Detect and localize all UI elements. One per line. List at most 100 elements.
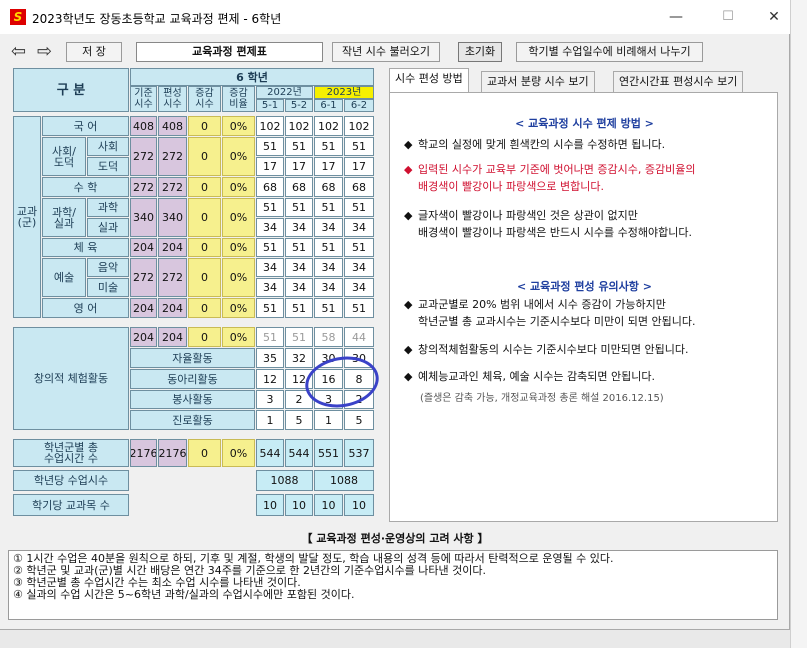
practical-sem-6-1[interactable]: 34: [314, 218, 343, 237]
subject-pe: 체 육: [42, 238, 129, 257]
per-sem-6-1: 10: [314, 494, 343, 516]
pe-sem-6-2[interactable]: 51: [344, 238, 374, 257]
subject-music: 음악: [87, 258, 129, 277]
math-sem-5-2[interactable]: 68: [285, 177, 313, 197]
career-sem-5-2[interactable]: 5: [285, 410, 313, 430]
social-sem-5-1[interactable]: 51: [256, 137, 284, 156]
pe-plan: 204: [158, 238, 187, 257]
act-career: 진로활동: [130, 410, 255, 430]
club-sem-5-1[interactable]: 12: [256, 369, 284, 389]
per-year-2023: 1088: [314, 470, 374, 491]
consideration-line: ④ 실과의 수업 시간은 5~6학년 과학/실과의 수업시수에만 포함된 것이다…: [13, 588, 355, 601]
autonomous-sem-5-2[interactable]: 32: [285, 348, 313, 368]
music-sem-5-2[interactable]: 34: [285, 258, 313, 277]
total-base: 2176: [130, 439, 157, 467]
korean-sem-6-1[interactable]: 102: [314, 116, 343, 136]
science-sem-6-1[interactable]: 51: [314, 198, 343, 217]
tab-textbook-hours[interactable]: 교과서 분량 시수 보기: [481, 71, 595, 92]
social-moral-plan: 272: [158, 137, 187, 176]
moral-sem-5-2[interactable]: 17: [285, 157, 313, 176]
table-title-field[interactable]: 교육과정 편제표: [136, 42, 323, 62]
science-sem-6-2[interactable]: 51: [344, 198, 374, 217]
science-sem-5-2[interactable]: 51: [285, 198, 313, 217]
diamond-bullet-icon: ◆: [404, 298, 413, 311]
arts-plan: 272: [158, 258, 187, 297]
creative-plan: 204: [158, 327, 187, 347]
korean-sem-5-2[interactable]: 102: [285, 116, 313, 136]
subject-science-practical: 과학/ 실과: [42, 198, 86, 237]
pe-sem-6-1[interactable]: 51: [314, 238, 343, 257]
pe-rate: 0%: [222, 238, 255, 257]
math-rate: 0%: [222, 177, 255, 197]
math-sem-6-2[interactable]: 68: [344, 177, 374, 197]
english-diff: 0: [188, 298, 221, 318]
info-tabs: 시수 편성 방법 교과서 분량 시수 보기 연간시간표 편성시수 보기: [389, 68, 779, 93]
reset-button[interactable]: 초기화: [458, 42, 502, 62]
moral-sem-6-2[interactable]: 17: [344, 157, 374, 176]
social-sem-6-2[interactable]: 51: [344, 137, 374, 156]
math-sem-6-1[interactable]: 68: [314, 177, 343, 197]
creative-base: 204: [130, 327, 157, 347]
panel-bullet-1: ◆ 학교의 실정에 맞게 흰색칸의 시수를 수정하면 됩니다.: [404, 138, 666, 151]
considerations-textbox[interactable]: ① 1시간 수업은 40분을 원칙으로 하되, 기후 및 계절, 학생의 발달 …: [8, 550, 778, 620]
curriculum-grid: 구 분 6 학년 기준 시수 편성 시수 증감 시수 증감 비율 2022년 2…: [13, 68, 375, 523]
split-by-semester-button[interactable]: 학기별 수업일수에 비례해서 나누기: [516, 42, 703, 62]
autonomous-sem-5-1[interactable]: 35: [256, 348, 284, 368]
save-button[interactable]: 저 장: [66, 42, 122, 62]
act-volunteer: 봉사활동: [130, 390, 255, 409]
art-sem-6-1[interactable]: 34: [314, 278, 343, 297]
panel-note-1: ◆ 교과군별로 20% 범위 내에서 시수 증감이 가능하지만 학년군별 총 교과시…: [404, 298, 696, 328]
social-sem-5-2[interactable]: 51: [285, 137, 313, 156]
maximize-button[interactable]: ☐: [706, 4, 750, 30]
career-sem-6-2[interactable]: 5: [344, 410, 374, 430]
music-sem-6-2[interactable]: 34: [344, 258, 374, 277]
english-base: 204: [130, 298, 157, 318]
english-rate: 0%: [222, 298, 255, 318]
minimize-button[interactable]: —: [654, 4, 698, 30]
social-moral-diff: 0: [188, 137, 221, 176]
panel-heading-notes: < 교육과정 편성 유의사항 >: [517, 280, 652, 293]
art-sem-5-2[interactable]: 34: [285, 278, 313, 297]
practical-sem-5-2[interactable]: 34: [285, 218, 313, 237]
english-sem-6-1[interactable]: 51: [314, 298, 343, 318]
creative-sem-6-2: 44: [344, 327, 374, 347]
math-diff: 0: [188, 177, 221, 197]
subject-moral: 도덕: [87, 157, 129, 176]
career-sem-5-1[interactable]: 1: [256, 410, 284, 430]
music-sem-5-1[interactable]: 34: [256, 258, 284, 277]
korean-plan: 408: [158, 116, 187, 136]
total-sem-5-1: 544: [256, 439, 284, 467]
practical-sem-6-2[interactable]: 34: [344, 218, 374, 237]
social-sem-6-1[interactable]: 51: [314, 137, 343, 156]
career-sem-6-1[interactable]: 1: [314, 410, 343, 430]
science-sem-5-1[interactable]: 51: [256, 198, 284, 217]
pe-sem-5-1[interactable]: 51: [256, 238, 284, 257]
music-sem-6-1[interactable]: 34: [314, 258, 343, 277]
back-arrow-icon[interactable]: ⇦: [11, 41, 26, 62]
forward-arrow-icon[interactable]: ⇨: [37, 41, 52, 62]
sci-practical-diff: 0: [188, 198, 221, 237]
load-previous-year-button[interactable]: 작년 시수 불러오기: [332, 42, 440, 62]
tab-hours-method[interactable]: 시수 편성 방법: [389, 68, 469, 93]
window-title: 2023학년도 장동초등학교 교육과정 편제 - 6학년: [32, 12, 282, 26]
korean-sem-5-1[interactable]: 102: [256, 116, 284, 136]
tab-annual-timetable[interactable]: 연간시간표 편성시수 보기: [613, 71, 744, 92]
moral-sem-6-1[interactable]: 17: [314, 157, 343, 176]
close-button[interactable]: ✕: [752, 4, 796, 30]
volunteer-sem-5-1[interactable]: 3: [256, 390, 284, 409]
subject-korean: 국 어: [42, 116, 129, 136]
korean-sem-6-2[interactable]: 102: [344, 116, 374, 136]
per-sem-6-2: 10: [344, 494, 374, 516]
art-sem-5-1[interactable]: 34: [256, 278, 284, 297]
english-sem-5-1[interactable]: 51: [256, 298, 284, 318]
header-gubun: 구 분: [13, 68, 129, 112]
header-sem-6-1: 6-1: [314, 99, 343, 112]
math-sem-5-1[interactable]: 68: [256, 177, 284, 197]
art-sem-6-2[interactable]: 34: [344, 278, 374, 297]
english-sem-6-2[interactable]: 51: [344, 298, 374, 318]
pe-sem-5-2[interactable]: 51: [285, 238, 313, 257]
english-sem-5-2[interactable]: 51: [285, 298, 313, 318]
practical-sem-5-1[interactable]: 34: [256, 218, 284, 237]
act-autonomous: 자율활동: [130, 348, 255, 368]
moral-sem-5-1[interactable]: 17: [256, 157, 284, 176]
